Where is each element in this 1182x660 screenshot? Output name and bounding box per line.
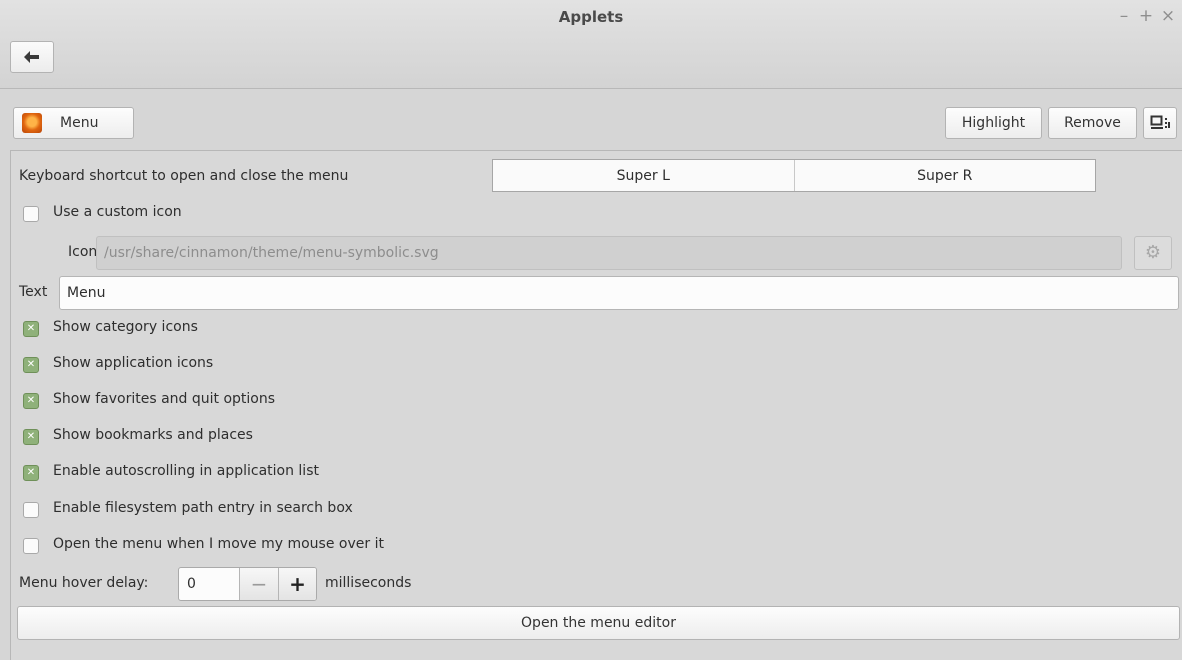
hover-delay-input[interactable]: 0 <box>179 568 239 600</box>
application-icons-checkbox[interactable]: ✕ <box>23 357 39 373</box>
text-label: Text <box>19 284 48 300</box>
shortcut-label: Keyboard shortcut to open and close the … <box>19 168 349 184</box>
checkmark-icon: ✕ <box>26 323 36 334</box>
checkmark-icon: ✕ <box>26 359 36 370</box>
option-label: Show application icons <box>53 355 214 371</box>
applet-menu-button[interactable]: Menu <box>13 107 134 139</box>
option-label: Show favorites and quit options <box>53 391 276 407</box>
checkmark-icon: ✕ <box>26 395 36 406</box>
filesystem-path-checkbox[interactable] <box>23 502 39 518</box>
option-label: Show category icons <box>53 319 198 335</box>
minimize-button[interactable]: – <box>1114 4 1134 28</box>
custom-icon-checkbox[interactable] <box>23 206 39 222</box>
icon-label: Icon <box>68 244 98 260</box>
back-button[interactable] <box>10 41 54 73</box>
close-button[interactable]: × <box>1158 4 1178 28</box>
maximize-button[interactable]: + <box>1136 4 1156 28</box>
gear-icon: ⚙ <box>1144 242 1162 263</box>
option-label: Show bookmarks and places <box>53 427 253 443</box>
applet-options-button[interactable] <box>1143 107 1177 139</box>
shortcut-secondary[interactable]: Super R <box>795 160 1096 191</box>
checkmark-icon: ✕ <box>26 467 36 478</box>
decrement-button[interactable]: − <box>239 568 278 600</box>
category-icons-checkbox[interactable]: ✕ <box>23 321 39 337</box>
icon-path-field: /usr/share/cinnamon/theme/menu-symbolic.… <box>96 236 1122 270</box>
option-label: Open the menu when I move my mouse over … <box>53 536 384 552</box>
hover-delay-unit: milliseconds <box>325 575 412 591</box>
window-title: Applets <box>558 8 624 26</box>
icon-chooser-button: ⚙ <box>1134 236 1172 270</box>
open-menu-editor-button[interactable]: Open the menu editor <box>17 606 1180 640</box>
applet-name: Menu <box>60 115 99 131</box>
remove-button[interactable]: Remove <box>1048 107 1137 139</box>
shortcut-selector: Super L Super R <box>492 159 1096 192</box>
panel-settings-icon <box>1150 115 1170 129</box>
text-field[interactable]: Menu <box>59 276 1179 310</box>
autoscrolling-checkbox[interactable]: ✕ <box>23 465 39 481</box>
checkmark-icon: ✕ <box>26 431 36 442</box>
option-label: Enable filesystem path entry in search b… <box>53 500 353 516</box>
window-titlebar: Applets – + × <box>0 0 1182 89</box>
back-arrow-icon <box>24 51 39 63</box>
hover-delay-label: Menu hover delay: <box>19 575 149 591</box>
custom-icon-label: Use a custom icon <box>53 204 182 220</box>
favorites-quit-checkbox[interactable]: ✕ <box>23 393 39 409</box>
hover-delay-spinbutton: 0 − + <box>178 567 317 601</box>
hover-open-checkbox[interactable] <box>23 538 39 554</box>
increment-button[interactable]: + <box>278 568 316 600</box>
option-label: Enable autoscrolling in application list <box>53 463 319 479</box>
shortcut-primary[interactable]: Super L <box>493 160 795 191</box>
menu-applet-icon <box>22 113 42 133</box>
bookmarks-places-checkbox[interactable]: ✕ <box>23 429 39 445</box>
highlight-button[interactable]: Highlight <box>945 107 1042 139</box>
